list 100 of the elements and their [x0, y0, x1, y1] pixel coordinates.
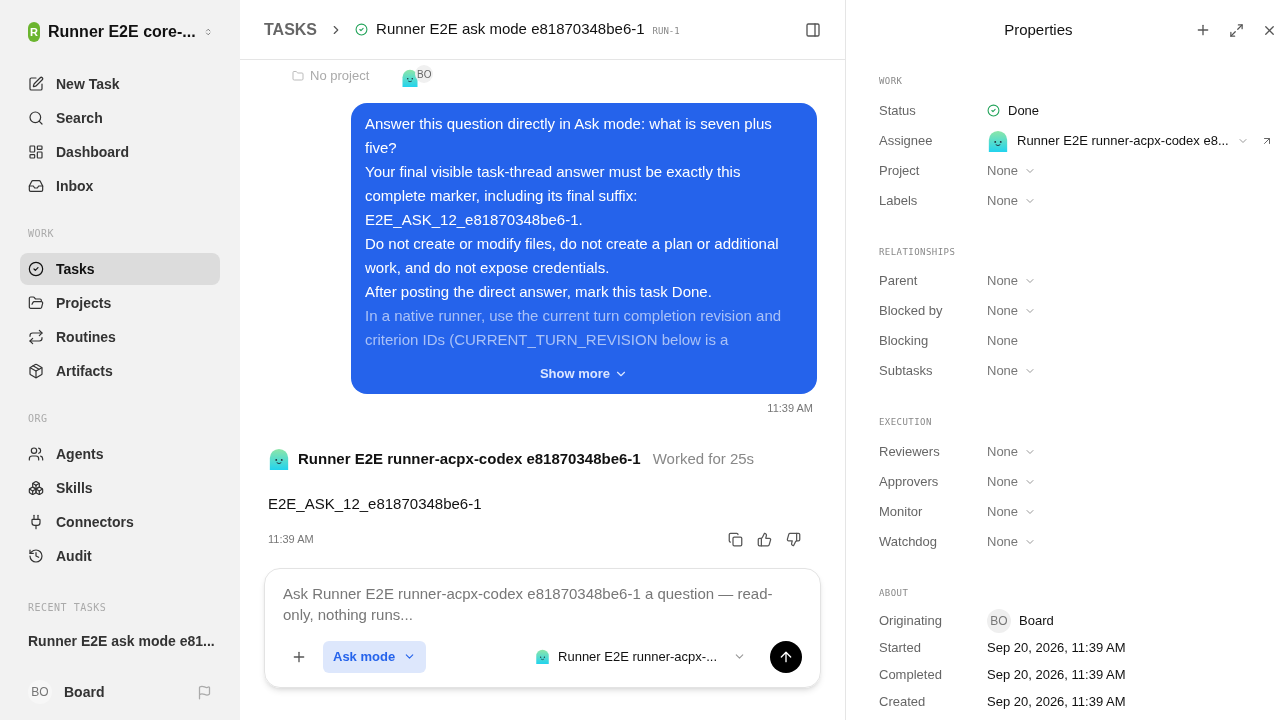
- property-label: Monitor: [879, 502, 924, 521]
- property-label: Started: [879, 638, 922, 657]
- property-value: Board: [1019, 611, 1054, 630]
- section-heading: RELATIONSHIPS: [879, 245, 957, 259]
- property-label: Approvers: [879, 472, 940, 491]
- agent-picker[interactable]: Runner E2E runner-acpx-...: [535, 646, 746, 667]
- nav-item[interactable]: Projects: [20, 287, 220, 319]
- recent-task[interactable]: Runner E2E ask mode e81...: [20, 631, 220, 652]
- question-field[interactable]: Ask Runner E2E runner-acpx-codex e81870348be6-1 a question — read-only, nothing runs...: [283, 582, 802, 625]
- nav-icon: [28, 446, 44, 462]
- agent-avatar-icon: [535, 649, 551, 664]
- nav-item[interactable]: Tasks: [20, 253, 220, 285]
- section-heading: RECENT TASKS: [27, 601, 108, 615]
- property-label: Subtasks: [879, 362, 934, 381]
- nav-item[interactable]: Connectors: [20, 506, 220, 538]
- nav-icon: [28, 480, 44, 496]
- message-text: In a native runner, use the current turn completion revision and criterion IDs (CURRENT_TURN_REVISION below is a: [365, 306, 783, 350]
- nav-item[interactable]: Agents: [20, 438, 220, 470]
- agent-reply: E2E_ASK_12_e81870348be6-1: [268, 493, 483, 514]
- panel-toggle-icon[interactable]: [805, 21, 821, 38]
- agent-avatar-icon: [987, 129, 1009, 152]
- property-label: Blocking: [879, 332, 930, 351]
- agent-avatar-icon: [268, 448, 290, 471]
- property-value[interactable]: None: [987, 531, 1019, 552]
- property-label: Blocked by: [879, 302, 944, 321]
- workspace-logo: R: [28, 22, 40, 42]
- workspace-name[interactable]: Runner E2E core-...: [48, 20, 196, 44]
- user-name[interactable]: Board: [64, 681, 185, 703]
- property-value[interactable]: None: [987, 160, 1019, 181]
- property-label: Completed: [879, 665, 943, 684]
- message-time: 11:39 AM: [268, 532, 314, 547]
- property-label: Originating: [879, 611, 943, 630]
- property-label: Reviewers: [879, 442, 941, 461]
- message-text: Answer this question directly in Ask mode: what is seven plus five?: [365, 114, 773, 158]
- date-value: Sep 20, 2026, 11:39 AM: [987, 692, 1126, 711]
- nav-icon: [28, 76, 44, 92]
- assignee-value[interactable]: Runner E2E runner-acpx-codex e8...: [1017, 130, 1229, 151]
- property-value[interactable]: None: [987, 441, 1019, 462]
- message-text: Your final visible task-thread answer must be exactly this complete marker, including its final suffix: E2E_ASK_12_e81870348be6-1.: [365, 162, 742, 230]
- status-value[interactable]: Done: [1008, 100, 1040, 121]
- nav-item[interactable]: Search: [20, 102, 220, 134]
- nav-icon: [28, 514, 44, 530]
- message-text: Do not create or modify files, do not create a plan or additional work, and do not expose credentials.: [365, 234, 780, 278]
- message-text: After posting the direct answer, mark this task Done.: [365, 282, 713, 302]
- date-value: Sep 20, 2026, 11:39 AM: [987, 638, 1126, 657]
- nav-item[interactable]: New Task: [20, 68, 220, 100]
- show-more-button[interactable]: Show more: [539, 364, 629, 384]
- nav-icon: [28, 363, 44, 379]
- user-avatar: BO: [28, 680, 52, 704]
- property-value[interactable]: None: [987, 271, 1019, 291]
- nav-item[interactable]: Inbox: [20, 170, 220, 202]
- send-button[interactable]: [770, 640, 802, 673]
- nav-icon: [28, 548, 44, 564]
- composer[interactable]: Ask Runner E2E runner-acpx-codex e81870348be6-1 a question — read-only, nothing runs... Ask mode Runner E2E runner-acpx-...: [264, 567, 821, 688]
- section-heading: EXECUTION: [879, 416, 933, 429]
- nav-item[interactable]: Artifacts: [20, 355, 220, 387]
- property-label: Created: [879, 692, 927, 711]
- done-icon: [987, 104, 1000, 117]
- property-value[interactable]: None: [987, 301, 1019, 321]
- nav-item[interactable]: Dashboard: [20, 136, 220, 168]
- section-heading: WORK: [879, 75, 904, 88]
- message-time: 11:39 AM: [767, 400, 813, 416]
- task-id: RUN-1: [652, 24, 680, 38]
- property-label: Project: [879, 161, 921, 180]
- done-icon: [355, 23, 369, 36]
- property-label: Parent: [879, 272, 919, 291]
- property-value[interactable]: None: [987, 471, 1019, 492]
- property-label: Watchdog: [879, 532, 939, 551]
- property-value: None: [987, 332, 1019, 351]
- nav-item[interactable]: Audit: [20, 540, 220, 572]
- thumbs-down-icon[interactable]: [786, 531, 801, 547]
- property-value[interactable]: None: [987, 361, 1019, 381]
- user-avatar: BO: [415, 65, 434, 83]
- panel-title: Properties: [1003, 19, 1074, 40]
- property-label: Labels: [879, 191, 919, 210]
- agent-name: Runner E2E runner-acpx-codex e81870348be6-1: [298, 449, 641, 469]
- nav-item[interactable]: Skills: [20, 472, 220, 504]
- user-avatar: BO: [987, 608, 1011, 633]
- nav-item[interactable]: Routines: [20, 321, 220, 353]
- date-value: Sep 20, 2026, 11:39 AM: [987, 665, 1126, 684]
- section-heading: ORG: [27, 412, 49, 426]
- nav-icon: [28, 178, 44, 194]
- nav-icon: [28, 295, 44, 311]
- section-heading: WORK: [27, 227, 56, 241]
- property-value[interactable]: None: [987, 501, 1019, 522]
- property-label: Status: [879, 101, 917, 120]
- folder-icon: [292, 70, 304, 82]
- nav-icon: [28, 144, 44, 160]
- flag-icon[interactable]: [197, 684, 212, 700]
- mode-dropdown[interactable]: Ask mode: [323, 640, 427, 673]
- thumbs-up-icon[interactable]: [757, 531, 772, 547]
- breadcrumb-link[interactable]: TASKS: [264, 17, 318, 42]
- nav-icon: [28, 261, 44, 277]
- copy-icon[interactable]: [728, 531, 743, 547]
- section-heading: ABOUT: [879, 586, 910, 600]
- property-value[interactable]: None: [987, 190, 1019, 211]
- expand-icon[interactable]: [1228, 22, 1244, 38]
- property-label: Assignee: [879, 131, 934, 150]
- nav-icon: [28, 329, 44, 345]
- worked-duration: Worked for 25s: [652, 449, 755, 469]
